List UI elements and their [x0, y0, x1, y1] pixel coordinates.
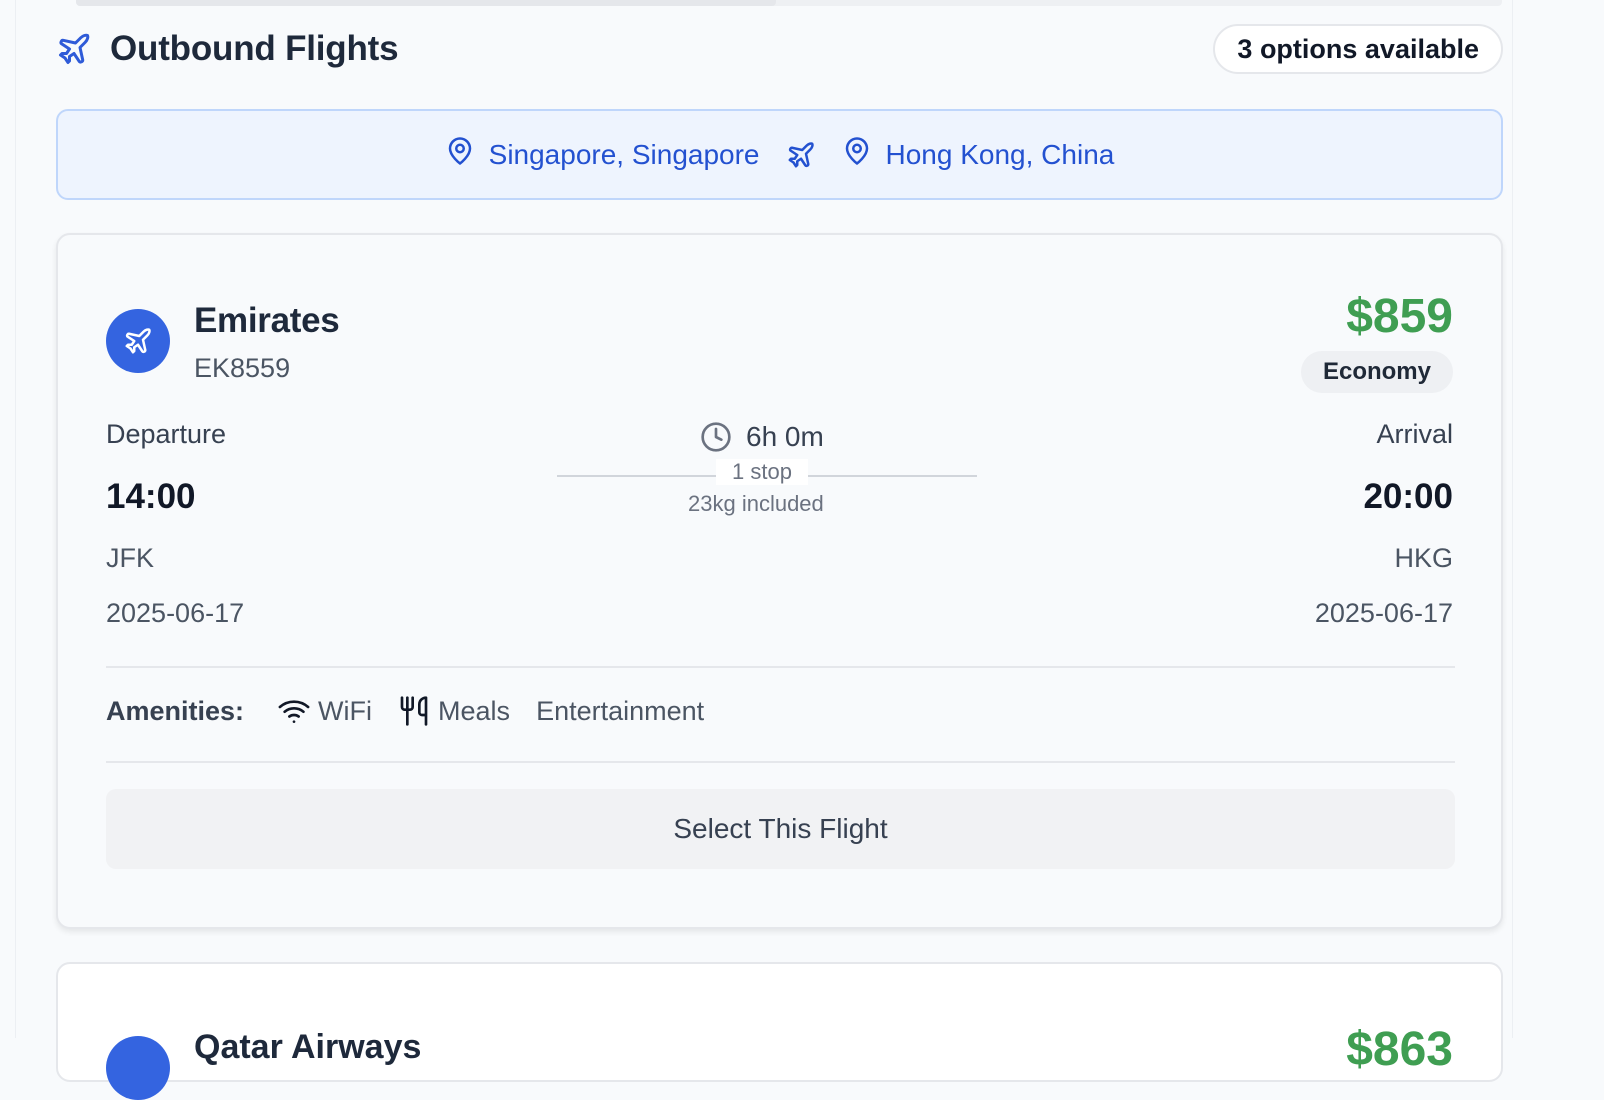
departure-label: Departure	[106, 419, 227, 449]
amenity-meals: Meals	[398, 695, 510, 727]
clock-icon	[701, 422, 731, 452]
wifi-icon	[278, 700, 310, 723]
baggage-allowance: 23kg included	[688, 491, 824, 516]
departure-date: 2025-06-17	[106, 598, 245, 628]
plane-icon	[125, 328, 151, 354]
plane-icon	[786, 140, 816, 170]
flight-number: EK8559	[194, 353, 291, 383]
section-header: Outbound Flights 3 options available	[56, 22, 1503, 76]
select-flight-button[interactable]: Select This Flight	[106, 789, 1455, 869]
amenity-label: WiFi	[318, 695, 373, 726]
flight-duration: 6h 0m	[700, 421, 824, 453]
departure-airport: JFK	[106, 543, 155, 573]
options-count-badge: 3 options available	[1213, 24, 1503, 74]
page-title: Outbound Flights	[110, 29, 399, 68]
flight-price: $859	[1346, 290, 1453, 343]
route-origin: Singapore, Singapore	[488, 138, 760, 170]
divider	[106, 761, 1455, 763]
flight-price: $863	[1346, 1023, 1453, 1076]
amenity-entertainment: Entertainment	[536, 696, 704, 727]
airline-name: Qatar Airways	[194, 1028, 422, 1066]
arrival-date: 2025-06-17	[1314, 598, 1453, 628]
amenities-row: Amenities: WiFi Meals Entertainment	[106, 695, 730, 727]
airline-logo	[106, 309, 170, 373]
route-destination: Hong Kong, China	[885, 138, 1115, 170]
amenity-label: Entertainment	[536, 695, 705, 726]
top-scroll-edge	[76, 0, 1502, 6]
amenity-wifi: WiFi	[278, 695, 372, 727]
duration-text: 6h 0m	[746, 421, 824, 452]
arrival-time: 20:00	[1363, 477, 1453, 516]
flights-panel: Outbound Flights 3 options available Sin…	[15, 0, 1513, 1100]
map-pin-icon	[842, 136, 872, 173]
flight-card[interactable]: Qatar Airways $863	[56, 962, 1503, 1100]
cabin-class-badge: Economy	[1300, 351, 1453, 393]
arrival-label: Arrival	[1376, 419, 1453, 449]
divider	[106, 666, 1455, 668]
stops-count: 1 stop	[716, 459, 808, 485]
arrival-airport: HKG	[1394, 543, 1453, 573]
route-banner: Singapore, Singapore Hong Kong, China	[56, 109, 1503, 200]
map-pin-icon	[445, 136, 475, 173]
airline-name: Emirates	[194, 301, 340, 340]
amenities-label: Amenities:	[106, 695, 245, 726]
plane-icon	[56, 31, 92, 67]
airline-logo	[106, 1036, 170, 1100]
flight-card[interactable]: Emirates EK8559 $859 Economy Departure A…	[56, 233, 1503, 929]
departure-time: 14:00	[106, 477, 196, 516]
amenity-label: Meals	[438, 695, 511, 726]
utensils-icon	[400, 696, 428, 726]
